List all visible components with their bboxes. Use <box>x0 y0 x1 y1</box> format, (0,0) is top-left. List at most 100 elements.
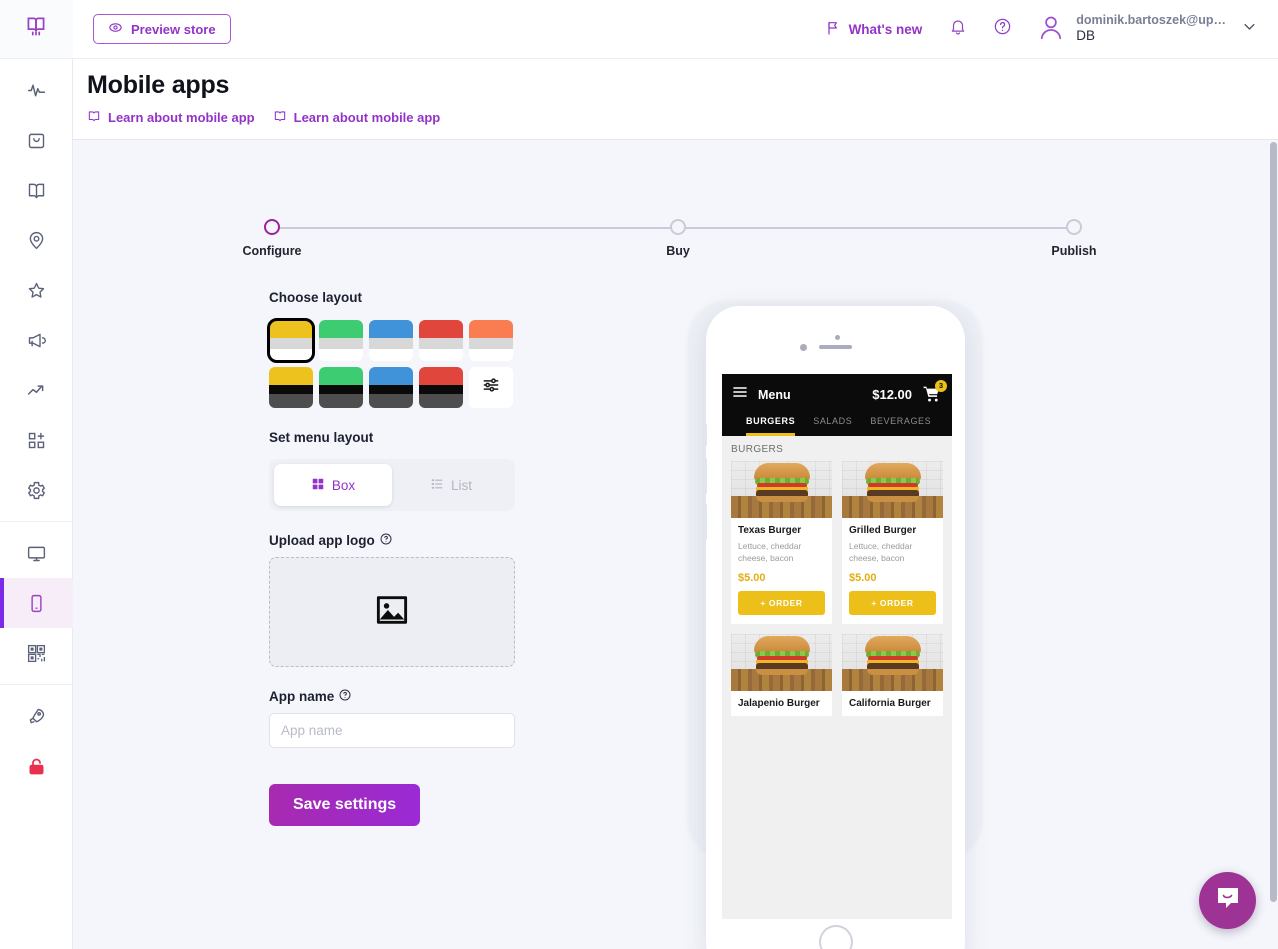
sidebar-item-integrations[interactable] <box>0 415 73 465</box>
sidebar-item-reviews[interactable] <box>0 265 73 315</box>
cart-button[interactable]: 3 <box>922 379 947 405</box>
sidebar-item-qr-codes[interactable] <box>0 628 73 678</box>
phone-home-button[interactable] <box>818 925 853 949</box>
phone-camera-dot <box>835 335 840 340</box>
whats-new-button[interactable]: What's new <box>811 20 937 39</box>
app-name-input[interactable] <box>269 713 515 748</box>
phone-screen: Menu $12.00 3 BURGERS SALADS BEVERAGES B… <box>722 374 952 919</box>
product-name: California Burger <box>849 697 931 709</box>
app-header-row: Menu $12.00 3 <box>732 379 947 405</box>
choose-layout-title: Choose layout <box>269 290 363 305</box>
sidebar-item-analytics[interactable] <box>0 365 73 415</box>
logo-dropzone[interactable] <box>269 557 515 667</box>
tab-burgers[interactable]: BURGERS <box>746 416 796 436</box>
app-name-label: App name <box>269 689 335 704</box>
product-card[interactable]: Jalapenio Burger <box>731 633 832 716</box>
custom-layout-button[interactable] <box>469 367 513 408</box>
sidebar-item-launch[interactable] <box>0 691 73 741</box>
step-label: Publish <box>1051 244 1097 258</box>
save-settings-button[interactable]: Save settings <box>269 784 421 826</box>
product-price: $5.00 <box>849 571 877 584</box>
layout-swatch-red-light[interactable] <box>419 320 463 361</box>
step-dot <box>670 219 686 235</box>
user-menu-chevron[interactable] <box>1232 7 1266 51</box>
help-button[interactable] <box>980 7 1024 51</box>
layout-swatch-green-light[interactable] <box>319 320 363 361</box>
product-description: Lettuce, cheddar cheese, bacon <box>738 541 802 564</box>
bell-icon <box>949 18 967 41</box>
product-name: Grilled Burger <box>849 525 917 536</box>
product-name: Texas Burger <box>738 525 802 536</box>
notifications-button[interactable] <box>936 7 980 51</box>
intercom-chat-button[interactable] <box>1199 872 1256 929</box>
sidebar-item-dashboard[interactable] <box>0 65 73 115</box>
hamburger-menu-icon[interactable] <box>732 384 748 405</box>
image-placeholder-icon <box>375 595 409 630</box>
product-card[interactable]: California Burger <box>842 633 943 716</box>
step-configure[interactable]: Configure <box>239 219 305 258</box>
megaphone-icon <box>26 330 47 351</box>
layout-swatch-blue-dark[interactable] <box>369 367 413 408</box>
app-logo[interactable] <box>0 0 73 59</box>
order-button[interactable]: + ORDER <box>849 590 936 615</box>
flag-icon <box>825 20 841 39</box>
grid-box-icon <box>311 477 325 494</box>
sidebar-item-mobile-apps[interactable] <box>0 578 73 628</box>
layout-swatch-orange-light[interactable] <box>469 320 513 361</box>
learn-about-mobile-app-link-2[interactable]: Learn about mobile app <box>273 109 440 126</box>
app-header: Menu $12.00 3 BURGERS SALADS BEVERAGES <box>722 374 952 436</box>
layout-swatch-green-dark[interactable] <box>319 367 363 408</box>
app-title: Menu <box>758 387 791 402</box>
layout-swatch-blue-light[interactable] <box>369 320 413 361</box>
user-menu[interactable]: dominik.bartoszek@up… DB <box>1024 12 1232 47</box>
location-pin-icon <box>26 230 47 251</box>
scrollbar-thumb[interactable] <box>1270 142 1277 902</box>
help-circle-icon[interactable] <box>380 533 392 548</box>
product-name: Jalapenio Burger <box>738 697 820 709</box>
tab-beverages[interactable]: BEVERAGES <box>870 416 931 436</box>
rocket-icon <box>26 706 47 727</box>
menu-layout-box-option[interactable]: Box <box>274 464 392 506</box>
chat-bubble-smile-icon <box>1214 884 1242 917</box>
layout-swatch-red-dark[interactable] <box>419 367 463 408</box>
desktop-monitor-icon <box>26 543 47 564</box>
sidebar-item-unlock-plan[interactable] <box>0 741 73 791</box>
layout-swatch-yellow-dark[interactable] <box>269 367 313 408</box>
sidebar-item-marketing[interactable] <box>0 315 73 365</box>
step-buy[interactable]: Buy <box>645 219 711 258</box>
layout-swatch-yellow-light[interactable] <box>267 318 315 363</box>
sidebar-item-website[interactable] <box>0 528 73 578</box>
sidebar-item-locations[interactable] <box>0 215 73 265</box>
product-card[interactable]: Grilled Burger Lettuce, cheddar cheese, … <box>842 461 943 624</box>
list-icon <box>430 477 444 494</box>
product-card[interactable]: Texas Burger Lettuce, cheddar cheese, ba… <box>731 461 832 624</box>
learn-about-mobile-app-link-1[interactable]: Learn about mobile app <box>87 109 255 126</box>
cart-badge: 3 <box>935 379 947 392</box>
whats-new-label: What's new <box>848 21 923 37</box>
sidebar-item-menu[interactable] <box>0 165 73 215</box>
vertical-scrollbar[interactable] <box>1268 140 1278 949</box>
help-circle-icon[interactable] <box>339 689 351 704</box>
preview-store-button[interactable]: Preview store <box>93 14 231 44</box>
book-icon <box>87 109 101 126</box>
sidebar-item-settings[interactable] <box>0 465 73 515</box>
order-button[interactable]: + ORDER <box>738 590 825 615</box>
sidebar-group-channels <box>0 521 73 684</box>
step-label: Buy <box>666 244 690 258</box>
upload-logo-label: Upload app logo <box>269 533 375 548</box>
eye-icon <box>108 20 123 38</box>
phone-speaker-bar <box>819 345 852 349</box>
shopping-bag-icon <box>26 130 47 151</box>
tab-salads[interactable]: SALADS <box>813 416 852 436</box>
top-bar: Preview store What's new dominik.bartosz… <box>73 0 1278 59</box>
left-sidebar <box>0 0 73 949</box>
sidebar-item-orders[interactable] <box>0 115 73 165</box>
app-body: BURGERS Texas Burger Lettuce, cheddar ch… <box>722 436 952 716</box>
menu-layout-list-option[interactable]: List <box>392 464 510 506</box>
phone-preview: Menu $12.00 3 BURGERS SALADS BEVERAGES B… <box>706 306 965 949</box>
phone-notch <box>706 332 965 356</box>
upload-logo-label-row: Upload app logo <box>269 533 515 548</box>
step-publish[interactable]: Publish <box>1041 219 1107 258</box>
trending-up-icon <box>26 380 47 401</box>
qr-code-icon <box>26 643 47 664</box>
